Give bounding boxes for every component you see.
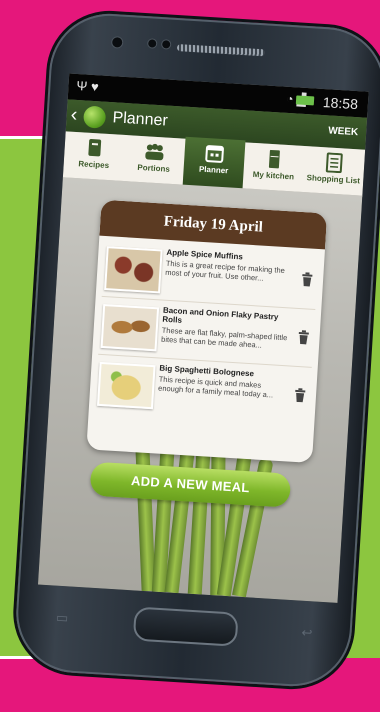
week-button[interactable]: WEEK [328,125,359,138]
calendar-icon [205,145,224,163]
sensor-icon [160,39,172,50]
fridge-icon [268,149,280,169]
tab-planner[interactable]: Planner [182,136,246,191]
people-icon [145,143,164,161]
tab-portions[interactable]: Portions [123,135,186,185]
tab-shopping-list[interactable]: Shopping List [302,146,365,196]
tab-recipes[interactable]: Recipes [63,131,126,181]
sensor-icon [146,38,158,49]
tab-label: Shopping List [306,173,361,186]
status-time: 18:58 [322,94,359,113]
back-key-icon[interactable]: ↩ [301,625,313,642]
tab-label: My kitchen [252,169,295,182]
earpiece-speaker [176,44,266,57]
delete-icon[interactable] [297,330,310,345]
delete-icon[interactable] [294,388,307,403]
meal-item[interactable]: Big Spaghetti Bolognese This recipe is q… [95,356,312,425]
camera-icon [110,35,124,49]
meal-thumbnail [100,303,160,352]
tab-label: Recipes [78,159,110,171]
phone: Ψ ♥ ◔ ▟ 18:58 ‹ Planner WEEK Recipes Por… [0,8,380,712]
meal-thumbnail [97,361,156,410]
app-title: Planner [112,109,169,130]
menu-icon[interactable]: ▭ [56,610,69,627]
home-button[interactable] [132,606,239,647]
battery-icon [295,95,315,106]
meal-thumbnail [104,246,163,294]
tab-my-kitchen[interactable]: My kitchen [243,142,306,192]
phone-screen: Ψ ♥ ◔ ▟ 18:58 ‹ Planner WEEK Recipes Por… [37,73,369,603]
tab-label: Portions [137,162,171,174]
tab-label: Planner [198,164,229,176]
checklist-icon [325,152,343,174]
recipe-book-icon [88,138,102,157]
notification-icons: Ψ ♥ [76,77,100,95]
day-card: Friday 19 April Apple Spice Muffins This… [86,199,328,464]
back-icon[interactable]: ‹ [70,104,78,127]
delete-icon[interactable] [301,272,314,287]
phone-body: Ψ ♥ ◔ ▟ 18:58 ‹ Planner WEEK Recipes Por… [12,10,380,690]
apple-logo-icon [82,105,107,129]
